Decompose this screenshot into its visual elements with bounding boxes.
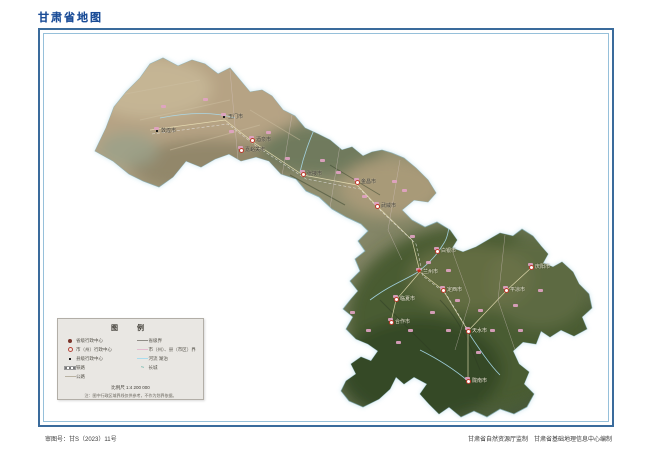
river-icon xyxy=(137,358,149,360)
producer-attribution: 甘肃省自然资源厅监制 甘肃省基础地理信息中心编制 xyxy=(468,434,612,443)
road-icon xyxy=(64,376,76,377)
legend-title: 图 例 xyxy=(58,323,203,333)
legend-item-label: 公路 xyxy=(76,374,85,380)
approval-number: 审图号：甘S（2023）11号 xyxy=(45,434,117,443)
page-title: 甘肃省地图 xyxy=(38,9,103,25)
legend-item: 公路 xyxy=(58,372,131,381)
legend-right-column: 省级界 市（州）、县（市区）界 河流 湖泊 ~ 长城 xyxy=(131,336,204,381)
province-boundary-icon xyxy=(137,340,149,341)
legend-item: 市（州）、县（市区）界 xyxy=(131,345,204,354)
railway-icon xyxy=(64,366,76,370)
county-center-icon xyxy=(64,358,76,360)
legend-item-label: 河流 湖泊 xyxy=(149,356,168,362)
prefecture-center-icon xyxy=(64,347,76,352)
legend-item: 铁路 xyxy=(58,363,131,372)
provincial-capital-icon xyxy=(64,339,76,343)
legend-item: 省级界 xyxy=(131,336,204,345)
legend-item-label: 县级行政中心 xyxy=(76,356,103,362)
legend-left-column: 省级行政中心 市（州）行政中心 县级行政中心 铁路 公路 xyxy=(58,336,131,381)
legend-item: 河流 湖泊 xyxy=(131,354,204,363)
legend-item: 省级行政中心 xyxy=(58,336,131,345)
legend-box: 图 例 省级行政中心 市（州）行政中心 县级行政中心 铁路 xyxy=(57,318,204,400)
legend-item-label: 市（州）行政中心 xyxy=(76,347,112,353)
legend-note: 注：图中行政区域界线仅供参考，不作为划界依据。 xyxy=(58,393,203,399)
legend-item-label: 省级行政中心 xyxy=(76,338,103,344)
legend-item: 县级行政中心 xyxy=(58,354,131,363)
great-wall-icon: ~ xyxy=(137,367,149,369)
legend-item: ~ 长城 xyxy=(131,363,204,372)
legend-item-label: 铁路 xyxy=(76,365,85,371)
city-county-boundary-icon xyxy=(137,349,149,350)
legend-item: 市（州）行政中心 xyxy=(58,345,131,354)
map-page: 甘肃省地图 敦煌市玉门市酒泉市嘉峪关市张掖市金昌市武威市白银市★兰州市临夏市合作… xyxy=(0,0,648,461)
scale-label: 比例尺 1:4 200 000 xyxy=(58,385,203,391)
legend-item-label: 省级界 xyxy=(149,338,163,344)
legend-item-label: 长城 xyxy=(149,365,158,371)
legend-item-label: 市（州）、县（市区）界 xyxy=(149,347,196,353)
